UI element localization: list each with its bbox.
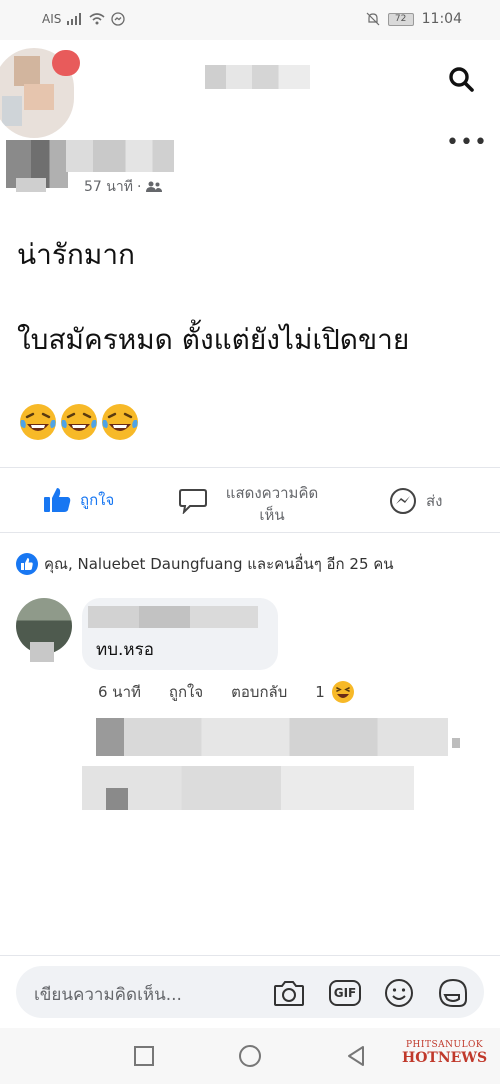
laughing-tears-emoji-icon [102,404,138,440]
sticker-icon [438,978,467,1007]
status-left: AIS [42,12,126,26]
comment-time: 6 นาที [98,683,141,701]
reply-redacted [82,766,414,810]
gif-button[interactable]: GIF [328,976,362,1010]
comment-composer[interactable]: เขียนความคิดเห็น... GIF [16,966,484,1018]
post-options-button[interactable]: ••• [446,132,487,156]
reply-redacted [96,718,448,756]
circle-icon [239,1045,261,1067]
battery-icon: 72 [387,12,414,26]
back-button[interactable] [342,1042,370,1070]
header-title-redacted [205,65,310,89]
more-dots-icon: ••• [446,130,488,155]
post-text-line2: ใบสมัครหมด ตั้งแต่ยังไม่เปิดขาย [17,323,410,356]
commenter-name-redacted[interactable] [88,606,258,628]
watermark-line2: HOTNEWS [402,1050,488,1066]
haha-reaction-icon [331,681,354,703]
divider [0,467,500,468]
watermark-logo: PHITSANULOK HOTNEWS [402,1040,487,1066]
send-button[interactable]: ส่ง [388,486,442,516]
clock: 11:04 [421,11,462,27]
status-right: 72 11:04 [366,11,462,27]
comment-text: ทบ.หรอ [96,640,154,660]
mute-icon [366,12,380,26]
smiley-icon [385,979,413,1007]
like-label: ถูกใจ [80,491,115,509]
search-icon [449,67,474,92]
divider [0,532,500,533]
thumbs-up-icon [44,488,71,512]
comment-label-line1: แสดงความคิด [225,484,319,502]
composer-input[interactable]: เขียนความคิดเห็น... [34,981,182,1008]
laughing-tears-emoji-icon [20,404,56,440]
gif-label: GIF [333,986,357,1000]
laughing-tears-emoji-icon [61,404,97,440]
comment-reply-button[interactable]: ตอบกลับ [231,680,287,704]
messenger-icon [390,488,416,514]
emoji-button[interactable] [382,976,416,1010]
friends-audience-icon [146,181,163,192]
messenger-status-icon [111,12,126,26]
comment-meta: 6 นาที ถูกใจ ตอบกลับ 1 [98,680,355,704]
commenter-avatar[interactable] [16,598,72,662]
comment-label-line2: เห็น [259,506,285,524]
post-time[interactable]: 57 นาที [84,176,133,198]
gif-icon: GIF [329,980,361,1006]
sticker-button[interactable] [436,976,470,1010]
like-button[interactable]: ถูกใจ [42,486,114,514]
search-button[interactable] [444,62,478,96]
author-avatar[interactable] [6,140,68,192]
carrier-label: AIS [42,12,62,26]
triangle-back-icon [348,1046,364,1066]
comment-bubble[interactable]: ทบ.หรอ [82,598,278,670]
comment-reaction-count[interactable]: 1 [315,680,355,704]
comment-button[interactable] [178,486,208,514]
comment-reaction-number: 1 [315,683,325,701]
square-icon [134,1046,154,1066]
reply-redacted-tail [452,738,460,748]
send-label: ส่ง [426,492,443,510]
meta-separator: · [136,179,142,195]
comment-bubble-icon [179,489,207,514]
notification-badge [52,50,80,76]
like-reaction-icon [16,553,38,575]
signal-icon [67,13,82,25]
status-bar: AIS 72 11:04 [0,0,500,40]
recents-button[interactable] [130,1042,158,1070]
wifi-icon [89,13,105,25]
post-meta: 57 นาที · [84,176,163,198]
camera-icon [274,981,304,1006]
reactions-summary[interactable]: คุณ, Naluebet Daungfuang และคนอื่นๆ อีก … [16,552,394,576]
author-name-redacted[interactable] [66,140,174,172]
camera-button[interactable] [272,976,306,1010]
home-button[interactable] [236,1042,264,1070]
comment-label[interactable]: แสดงความคิด เห็น [212,482,332,526]
reactions-summary-text: คุณ, Naluebet Daungfuang และคนอื่นๆ อีก … [44,555,394,573]
comment-like-button[interactable]: ถูกใจ [169,680,203,704]
post-text-line1: น่ารักมาก [17,238,135,271]
post-emoji-row [18,402,140,442]
watermark-line1: PHITSANULOK [405,1040,484,1050]
